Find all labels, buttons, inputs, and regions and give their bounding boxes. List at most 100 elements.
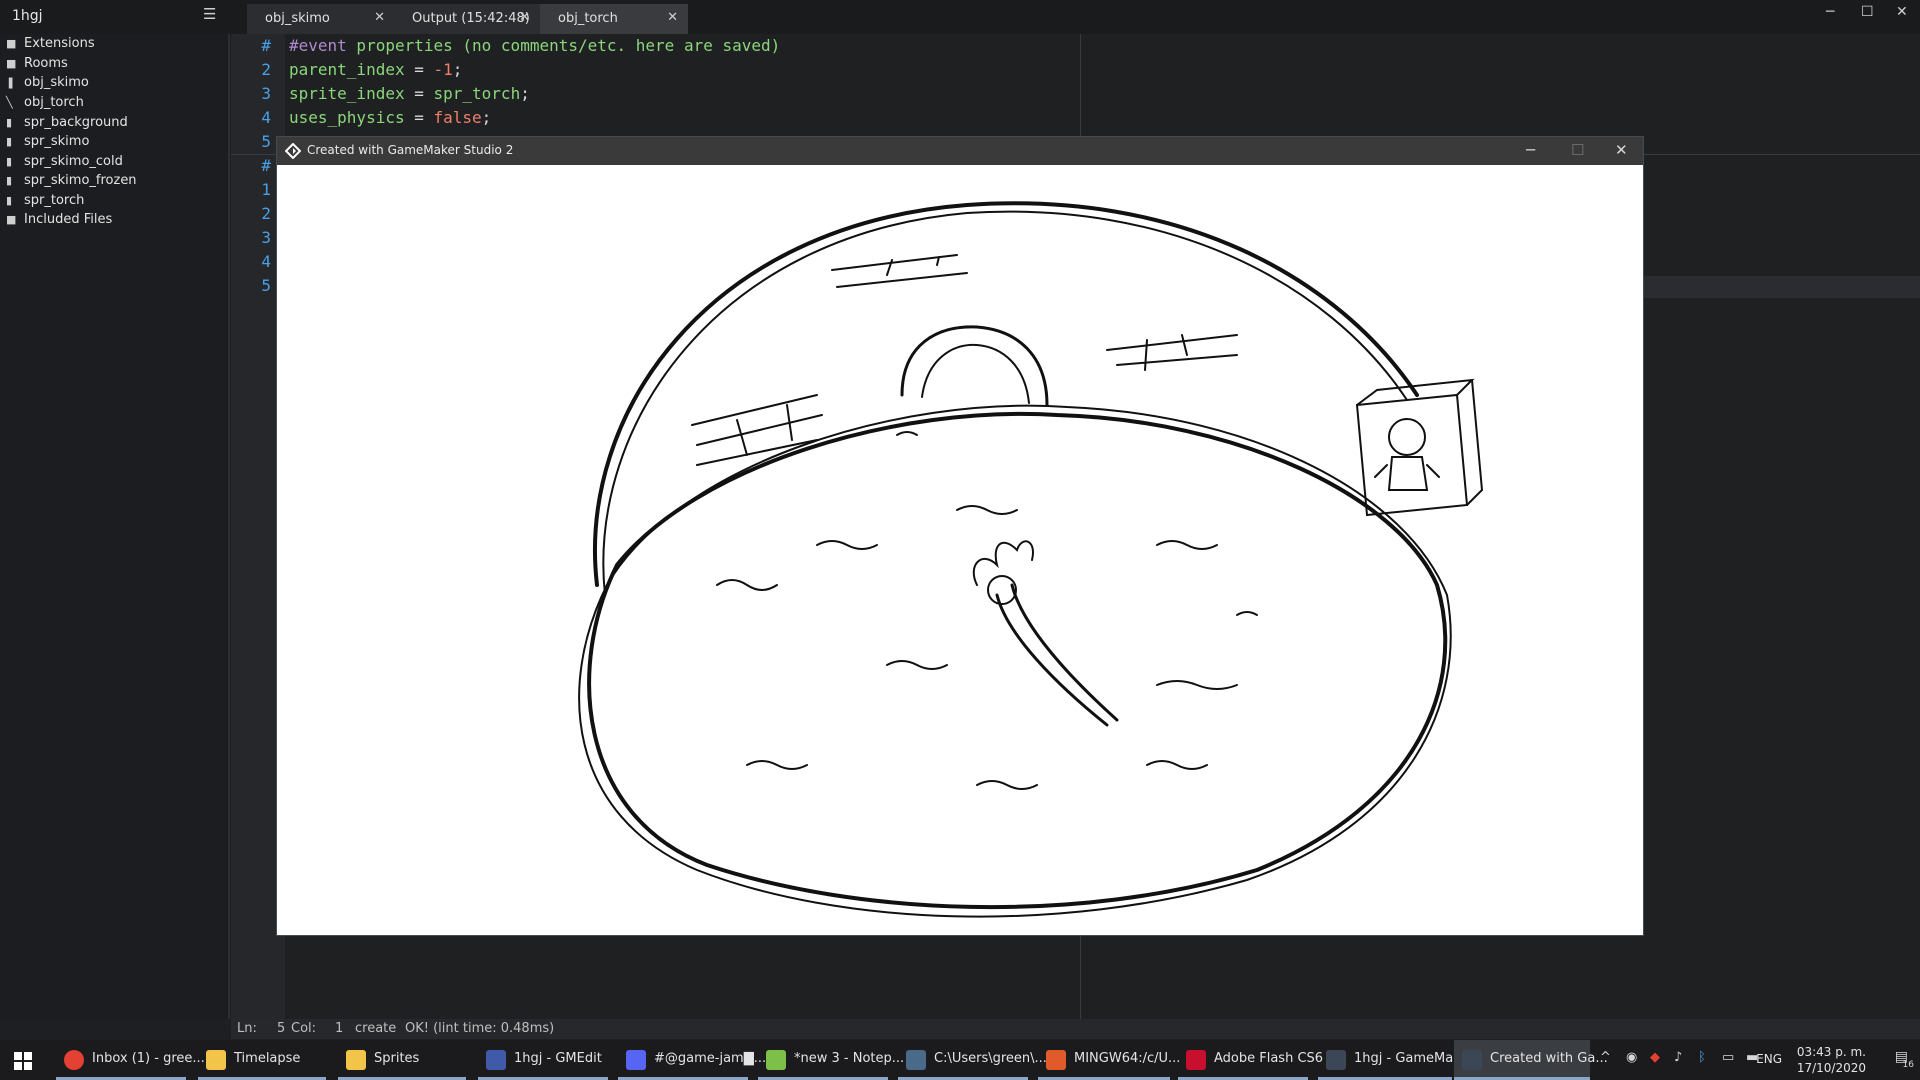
taskbar-item-flash[interactable]: Adobe Flash CS6 <box>1178 1040 1323 1080</box>
title-bar: 1hgj ☰ obj_skimo ✕ Output (15:42:48) ✕ o… <box>0 0 1920 34</box>
taskbar-item-mingw[interactable]: MINGW64:/c/U... <box>1038 1040 1180 1080</box>
code-line: parent_index = -1; <box>289 60 462 79</box>
gamepad-icon[interactable]: ◆ <box>1650 1050 1660 1065</box>
tab-label: obj_torch <box>558 11 618 26</box>
clock-date: 17/10/2020 <box>1796 1061 1866 1075</box>
tab-output[interactable]: Output (15:42:48) ✕ <box>394 4 540 34</box>
close-icon[interactable]: ✕ <box>667 10 678 25</box>
folder-icon: ■ <box>6 213 17 226</box>
taskbar-item-gamemaker[interactable]: 1hgj - GameMa... <box>1318 1040 1466 1080</box>
taskbar-item-timelapse[interactable]: Timelapse <box>198 1040 326 1080</box>
line-number: 1 <box>261 180 271 199</box>
tab-obj-skimo[interactable]: obj_skimo ✕ <box>247 4 395 34</box>
bluetooth-icon[interactable]: ᛒ <box>1698 1050 1706 1065</box>
tree-item-label: obj_skimo <box>24 75 89 90</box>
gamemaker-logo-icon <box>285 143 301 159</box>
folder-icon <box>346 1050 366 1070</box>
game-window-title: Created with GameMaker Studio 2 <box>307 143 514 157</box>
close-icon[interactable]: ✕ <box>519 10 530 25</box>
tree-item-spr-skimo[interactable]: ▮ spr_skimo <box>6 134 89 152</box>
tab-obj-torch[interactable]: obj_torch ✕ <box>540 4 688 34</box>
taskbar-item-discord[interactable]: #@game-jam▇... <box>618 1040 766 1080</box>
taskbar-label: 1hgj - GameMa... <box>1354 1051 1466 1066</box>
hamburger-menu-icon[interactable]: ☰ <box>203 5 216 23</box>
status-message: OK! (lint time: 0.48ms) <box>405 1021 555 1036</box>
file-icon: ▮ <box>6 135 13 148</box>
taskbar-label: C:\Users\green\... <box>934 1051 1047 1066</box>
tree-item-obj-torch[interactable]: ╲ obj_torch <box>6 95 84 113</box>
gamemaker-icon <box>1462 1050 1482 1070</box>
taskbar-item-gmedit[interactable]: 1hgj - GMEdit <box>478 1040 608 1080</box>
taskbar-label: Adobe Flash CS6 <box>1214 1051 1324 1066</box>
minimize-icon[interactable]: ─ <box>1526 141 1535 159</box>
minimize-icon[interactable]: ─ <box>1826 4 1834 20</box>
taskbar-item-explorer[interactable]: C:\Users\green\... <box>898 1040 1047 1080</box>
taskbar-label: 1hgj - GMEdit <box>514 1051 602 1066</box>
close-icon[interactable]: ✕ <box>374 10 385 25</box>
file-icon: ▮ <box>6 155 13 168</box>
project-tree: ■ Extensions ■ Rooms ❚ obj_skimo ╲ obj_torch… <box>0 34 230 1019</box>
tree-item-label: obj_torch <box>24 95 84 110</box>
tree-item-rooms[interactable]: ■ Rooms <box>6 56 68 74</box>
maximize-icon: ☐ <box>1571 141 1585 159</box>
line-number: 2 <box>261 60 271 79</box>
line-number: 4 <box>261 252 271 271</box>
tree-item-included-files[interactable]: ■ Included Files <box>6 212 112 230</box>
code-identifier: sprite_index <box>289 84 405 103</box>
console-icon <box>906 1050 926 1070</box>
notepad-icon <box>766 1050 786 1070</box>
network-icon[interactable]: ▭ <box>1722 1050 1734 1065</box>
taskbar-item-game-window[interactable]: Created with Ga... <box>1454 1040 1608 1080</box>
object-icon: ❚ <box>6 76 16 89</box>
line-number: 3 <box>261 84 271 103</box>
windows-taskbar: Inbox (1) - gree... Timelapse Sprites 1h… <box>0 1040 1920 1080</box>
game-canvas[interactable] <box>277 165 1643 935</box>
windows-start-icon[interactable] <box>14 1052 32 1070</box>
status-mode: create <box>355 1021 397 1036</box>
line-number: 3 <box>261 228 271 247</box>
code-value: spr_torch <box>433 84 521 103</box>
project-title: 1hgj <box>12 8 43 24</box>
code-line: sprite_index = spr_torch; <box>289 84 530 103</box>
game-scene-drawing <box>578 201 1484 918</box>
tab-label: Output (15:42:48) <box>412 11 530 26</box>
tree-item-label: spr_torch <box>24 193 85 208</box>
tree-item-label: spr_skimo_cold <box>24 154 123 169</box>
maximize-icon[interactable]: ☐ <box>1861 4 1874 20</box>
volume-icon[interactable]: ♪ <box>1674 1050 1682 1065</box>
taskbar-label: Timelapse <box>234 1051 301 1066</box>
close-window-icon[interactable]: ✕ <box>1896 4 1908 20</box>
tree-item-label: spr_skimo <box>24 134 90 149</box>
file-icon: ▮ <box>6 174 13 187</box>
close-icon[interactable]: ✕ <box>1615 141 1628 159</box>
tree-item-spr-torch[interactable]: ▮ spr_torch <box>6 193 84 211</box>
game-window-titlebar[interactable]: Created with GameMaker Studio 2 ─ ☐ ✕ <box>277 137 1643 165</box>
tree-item-label: spr_background <box>24 115 128 130</box>
tree-item-extensions[interactable]: ■ Extensions <box>6 36 95 54</box>
tree-item-label: spr_skimo_frozen <box>24 173 137 188</box>
taskbar-label: Inbox (1) - gree... <box>92 1051 205 1066</box>
file-icon: ▮ <box>6 194 13 207</box>
tree-item-obj-skimo[interactable]: ❚ obj_skimo <box>6 75 89 93</box>
folder-icon: ■ <box>6 57 17 70</box>
line-number: 2 <box>261 204 271 223</box>
tree-item-spr-background[interactable]: ▮ spr_background <box>6 115 128 133</box>
taskbar-item-sprites[interactable]: Sprites <box>338 1040 466 1080</box>
taskbar-item-chrome[interactable]: Inbox (1) - gree... <box>56 1040 205 1080</box>
status-ln-value: 5 <box>277 1021 286 1036</box>
clock[interactable]: 03:43 p. m. 17/10/2020 <box>1797 1044 1866 1076</box>
tab-label: obj_skimo <box>265 11 330 26</box>
code-semicolon: ; <box>520 84 530 103</box>
tree-item-label: Extensions <box>24 36 95 51</box>
code-line: uses_physics = false; <box>289 108 491 127</box>
line-number: # <box>261 156 271 175</box>
chevron-up-icon[interactable]: ^ <box>1600 1050 1611 1065</box>
language-indicator[interactable]: ENG <box>1756 1052 1782 1066</box>
tree-item-spr-skimo-frozen[interactable]: ▮ spr_skimo_frozen <box>6 173 137 191</box>
gamemaker-icon <box>1326 1050 1346 1070</box>
taskbar-item-notepad[interactable]: *new 3 - Notep... <box>758 1040 904 1080</box>
game-window[interactable]: Created with GameMaker Studio 2 ─ ☐ ✕ <box>277 137 1643 935</box>
tree-item-spr-skimo-cold[interactable]: ▮ spr_skimo_cold <box>6 154 123 172</box>
discord-tray-icon[interactable]: ◉ <box>1626 1050 1637 1065</box>
status-col-label: Col: <box>291 1021 317 1036</box>
